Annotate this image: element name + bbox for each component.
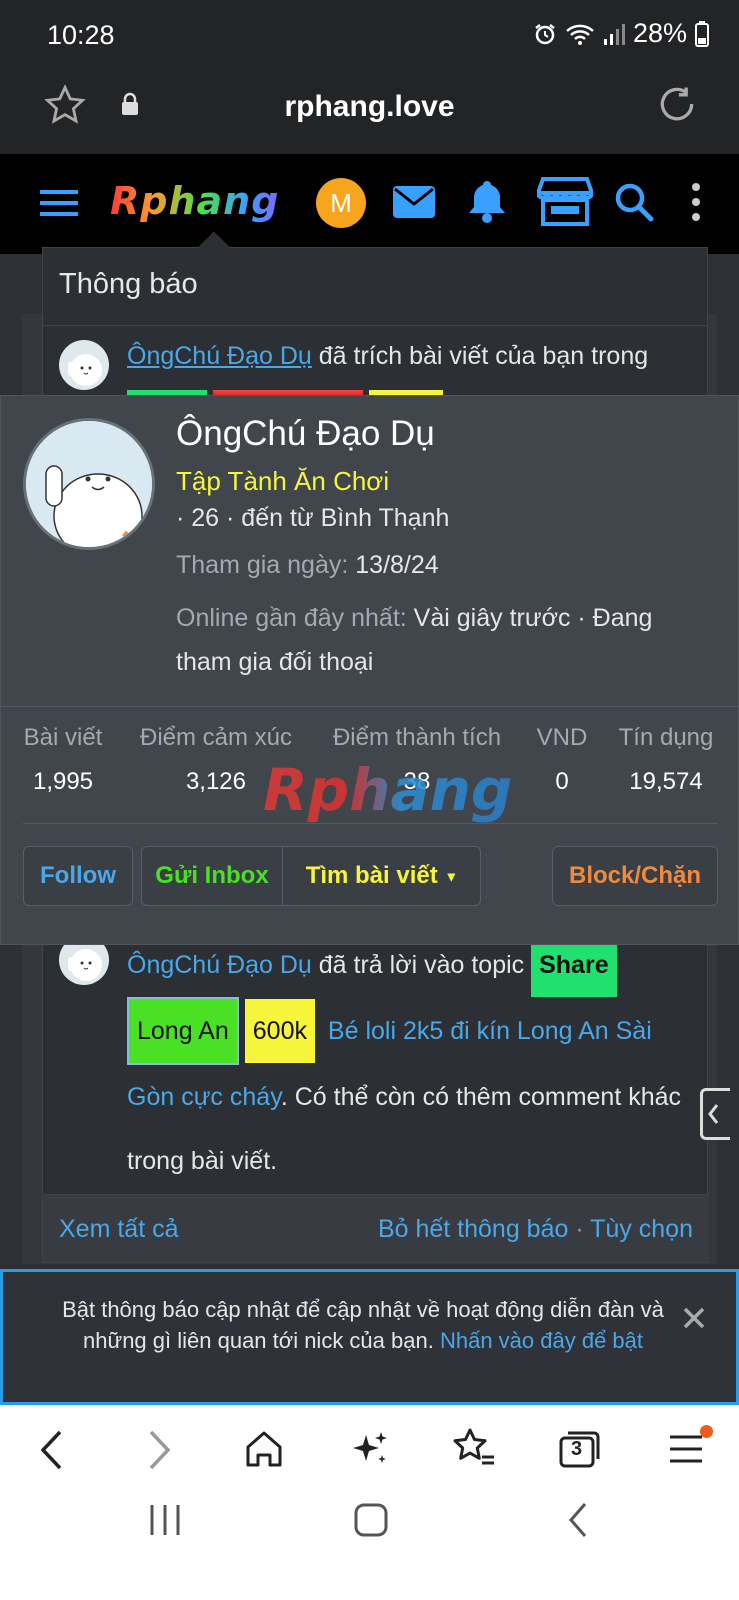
block-button[interactable]: Block/Chặn: [552, 846, 718, 906]
search-icon[interactable]: [614, 182, 654, 222]
bell-icon[interactable]: [467, 178, 507, 224]
reload-icon[interactable]: [655, 82, 699, 126]
status-bar: 10:28 28%: [0, 0, 739, 70]
status-time: 10:28: [47, 20, 115, 50]
avatar[interactable]: [59, 340, 109, 390]
footer-right: Bỏ hết thông báo · Tùy chọn: [378, 1215, 693, 1244]
find-posts-label: Tìm bài viết: [305, 862, 438, 889]
stat-label: VND: [536, 724, 588, 751]
caret-down-icon: ▼: [444, 868, 459, 885]
notification-user-link[interactable]: ÔngChú Đạo Dụ: [127, 342, 312, 370]
partial-tags: [127, 380, 689, 404]
notification-text: đã trả lời vào topic: [311, 951, 532, 979]
notifications-footer: Xem tất cả Bỏ hết thông báo · Tùy chọn: [43, 1194, 709, 1262]
joined-value: 13/8/24: [348, 551, 439, 579]
back-button[interactable]: [38, 1429, 66, 1476]
options-link[interactable]: Tùy chọn: [590, 1215, 693, 1243]
stat-vnd[interactable]: VND 0: [531, 724, 593, 796]
view-all-link[interactable]: Xem tất cả: [59, 1215, 179, 1244]
profile-joined: Tham gia ngày: 13/8/24: [176, 551, 439, 580]
footer-separator: ·: [568, 1215, 591, 1243]
side-collapse-button[interactable]: [700, 1088, 730, 1140]
watermark-logo: Rphang: [263, 756, 513, 824]
tabs-button[interactable]: 3: [558, 1429, 602, 1474]
tag-600k: 600k: [244, 999, 315, 1063]
joined-label: Tham gia ngày:: [176, 551, 349, 579]
system-back-icon: [569, 1503, 587, 1537]
url-text[interactable]: rphang.love: [0, 90, 739, 124]
notification-item[interactable]: ÔngChú Đạo Dụ đã trả lời vào topic Share…: [43, 933, 709, 1193]
browser-menu-button[interactable]: [668, 1431, 704, 1472]
stat-label: Bài viết: [23, 724, 103, 751]
notifications-title: Thông báo: [43, 248, 707, 326]
stat-label: Điểm cảm xúc: [139, 724, 293, 751]
profile-online: Online gần đây nhất: Vài giây trước · Đa…: [176, 596, 696, 684]
browser-bottom-bar: 3: [0, 1405, 739, 1600]
find-posts-button[interactable]: Tìm bài viết ▼: [283, 847, 481, 906]
profile-rank: Tập Tành Ăn Chơi: [176, 466, 390, 496]
button-group: Gửi Inbox Tìm bài viết ▼: [141, 846, 481, 906]
home-icon: [246, 1431, 282, 1467]
stat-value: 19,574: [629, 768, 703, 795]
alarm-icon: [535, 23, 555, 44]
system-home-button[interactable]: [354, 1503, 388, 1542]
home-button[interactable]: [244, 1429, 284, 1474]
online-label: Online gần đây nhất:: [176, 604, 407, 632]
profile-age-location: · 26 · đến từ Bình Thạnh: [176, 504, 450, 532]
stat-posts[interactable]: Bài viết 1,995: [23, 724, 103, 796]
profile-avatar[interactable]: [23, 418, 155, 550]
chevron-left-icon: [708, 1104, 719, 1124]
bookmarks-button[interactable]: [452, 1427, 496, 1474]
more-vertical-icon[interactable]: [690, 182, 702, 222]
star-list-icon: [453, 1428, 494, 1465]
menu-icon[interactable]: [40, 187, 80, 219]
battery-percent: 28%: [632, 18, 687, 48]
divider: [1, 706, 739, 707]
signal-icon: [603, 23, 625, 45]
wifi-icon: [566, 24, 594, 45]
stat-label: Tín dụng: [618, 724, 714, 751]
user-avatar[interactable]: M: [316, 178, 366, 228]
back-arrow-icon: [40, 1430, 62, 1470]
profile-name[interactable]: ÔngChú Đạo Dụ: [176, 414, 435, 454]
browser-url-bar: rphang.love: [0, 70, 739, 154]
profile-card: ÔngChú Đạo Dụ Tập Tành Ăn Chơi · 26 · đế…: [0, 395, 739, 945]
send-inbox-button[interactable]: Gửi Inbox: [142, 847, 282, 905]
notification-text: đã trích bài viết của bạn trong: [311, 342, 649, 370]
store-icon[interactable]: [537, 176, 593, 226]
forward-arrow-icon: [149, 1430, 171, 1470]
update-dot-badge: [700, 1425, 713, 1438]
notification-user-link[interactable]: ÔngChú Đạo Dụ: [127, 951, 312, 979]
recents-icon: [150, 1505, 180, 1535]
close-icon[interactable]: [682, 1306, 706, 1330]
tag-long-an: Long An: [127, 997, 239, 1065]
stat-label: Điểm thành tích: [332, 724, 502, 751]
system-home-icon: [354, 1503, 388, 1537]
status-icons: 28%: [533, 18, 709, 49]
stat-credit[interactable]: Tín dụng 19,574: [616, 724, 716, 796]
stat-value: 1,995: [32, 768, 94, 795]
mail-icon[interactable]: [392, 184, 436, 220]
follow-button[interactable]: Follow: [23, 846, 133, 906]
banner-text: Bật thông báo cập nhật để cập nhật về ho…: [43, 1294, 683, 1356]
push-notification-banner: Bật thông báo cập nhật để cập nhật về ho…: [0, 1269, 739, 1405]
recent-apps-button[interactable]: [148, 1503, 182, 1542]
stat-value: 0: [555, 768, 569, 795]
enable-notifications-link[interactable]: Nhấn vào đây để bật: [434, 1328, 643, 1353]
sparkle-icon: [353, 1432, 387, 1463]
system-back-button[interactable]: [566, 1501, 590, 1544]
divider: [23, 823, 718, 824]
tabs-count: 3: [571, 1438, 583, 1460]
site-header: Rphang M: [0, 154, 739, 254]
site-logo[interactable]: Rphang: [110, 179, 279, 223]
ai-assist-button[interactable]: [350, 1429, 390, 1474]
dismiss-all-link[interactable]: Bỏ hết thông báo: [378, 1215, 568, 1243]
forward-button[interactable]: [145, 1429, 173, 1476]
notification-item[interactable]: ÔngChú Đạo Dụ đã trích bài viết của bạn …: [43, 340, 709, 404]
menu-lines-icon: [670, 1435, 702, 1463]
battery-icon: [695, 20, 709, 47]
